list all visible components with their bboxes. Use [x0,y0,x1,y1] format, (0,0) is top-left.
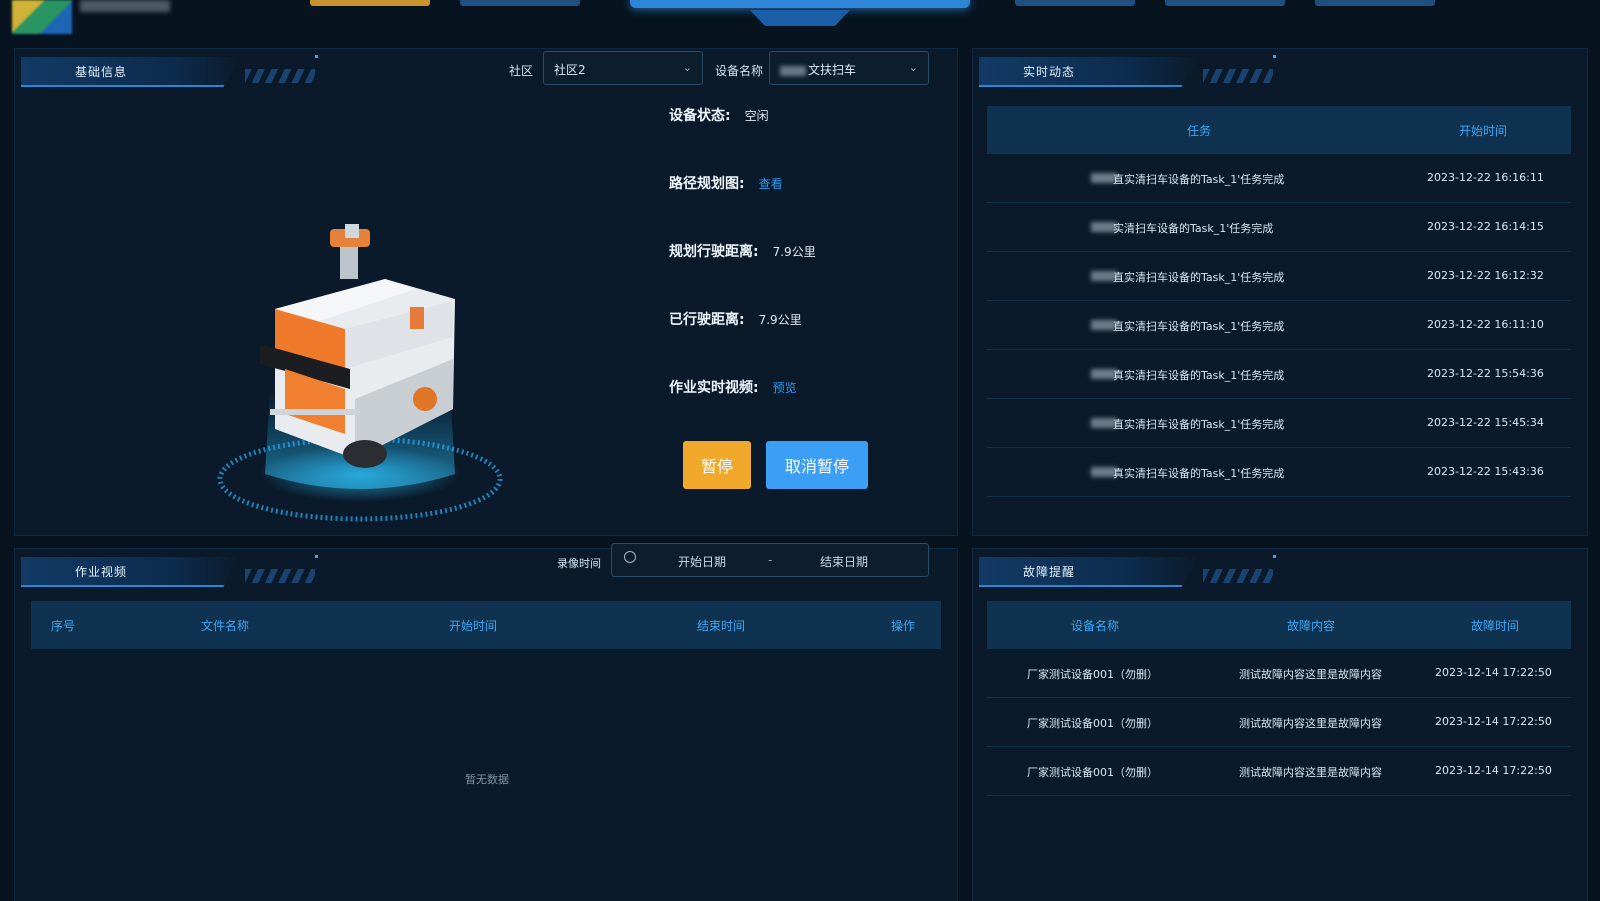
panel-header: 实时动态 [973,49,1276,87]
clock-icon [624,551,636,563]
table-row: 真实清扫车设备的Task_1'任务完成 2023-12-22 15:54:36 [987,350,1571,399]
task-cell: 直实清扫车设备的Task_1'任务完成 [1113,271,1285,284]
pause-button[interactable]: 暂停 [683,441,751,489]
top-nav [0,0,1600,40]
fault-content-cell: 测试故障内容这里是故障内容 [1239,717,1382,730]
chevron-down-icon: ⌄ [908,61,918,74]
task-cell: 实清扫车设备的Task_1'任务完成 [1113,222,1274,235]
panel-header: 基础信息 [15,49,318,87]
basic-info-panel: 基础信息 社区 社区2 ⌄ 设备名称 文扶扫车 ⌄ 设备状态: 空闲 路径规划图… [14,48,958,536]
nav-tab-3[interactable] [1015,0,1135,6]
blurred-text [780,65,806,76]
time-cell: 2023-12-22 16:12:32 [1427,269,1544,282]
traveled-distance-row: 已行驶距离: 7.9公里 [669,312,802,328]
table-row: 真实清扫车设备的Task_1'任务完成 2023-12-22 15:43:36 [987,448,1571,497]
planned-distance-value: 7.9公里 [772,245,816,259]
task-cell: 直实清扫车设备的Task_1'任务完成 [1113,320,1285,333]
table-row: 直实清扫车设备的Task_1'任务完成 2023-12-22 15:45:34 [987,399,1571,448]
fault-time-cell: 2023-12-14 17:22:50 [1435,715,1552,728]
table-row: 直实清扫车设备的Task_1'任务完成 2023-12-22 16:16:11 [987,154,1571,203]
community-label: 社区 [509,64,534,78]
task-cell: 直实清扫车设备的Task_1'任务完成 [1113,418,1285,431]
record-time-label: 录像时间 [557,557,601,570]
col-task: 任务 [1187,124,1212,138]
device-name-cell: 厂家测试设备001（勿删） [1027,668,1158,681]
task-cell: 真实清扫车设备的Task_1'任务完成 [1113,369,1285,382]
panel-header: 作业视频 [15,549,318,587]
nav-notch-decoration [750,10,850,26]
task-cell: 真实清扫车设备的Task_1'任务完成 [1113,467,1285,480]
time-cell: 2023-12-22 15:45:34 [1427,416,1544,429]
col-device-name: 设备名称 [1071,619,1120,633]
table-row: 厂家测试设备001（勿删） 测试故障内容这里是故障内容 2023-12-14 17:… [987,698,1571,747]
panel-title: 基础信息 [75,65,128,79]
status-value: 空闲 [744,109,769,123]
col-file-name: 文件名称 [201,619,250,633]
robot-image [215,219,505,539]
fault-content-cell: 测试故障内容这里是故障内容 [1239,766,1382,779]
fault-table-header: 设备名称 故障内容 故障时间 [987,601,1571,649]
community-select[interactable]: 社区2 ⌄ [543,51,703,85]
start-date-input[interactable]: 开始日期 [678,553,726,570]
fault-panel: 故障提醒 设备名称 故障内容 故障时间 厂家测试设备001（勿删） 测试故障内容这… [972,548,1588,901]
nav-tab-active[interactable] [630,0,970,8]
fault-time-cell: 2023-12-14 17:22:50 [1435,666,1552,679]
device-select[interactable]: 文扶扫车 ⌄ [769,51,929,85]
panel-title: 实时动态 [1023,65,1076,79]
time-cell: 2023-12-22 15:54:36 [1427,367,1544,380]
nav-tab-5[interactable] [1315,0,1435,6]
panel-title: 作业视频 [75,565,128,579]
planned-distance-row: 规划行驶距离: 7.9公里 [669,244,816,260]
traveled-distance-value: 7.9公里 [758,313,802,327]
logo [12,0,72,34]
cancel-pause-button[interactable]: 取消暂停 [766,441,868,489]
realtime-panel: 实时动态 任务 开始时间 直实清扫车设备的Task_1'任务完成 2023-12-… [972,48,1588,536]
device-name-cell: 厂家测试设备001（勿删） [1027,717,1158,730]
range-separator: - [768,553,773,567]
work-video-panel: 作业视频 录像时间 开始日期 - 结束日期 序号 文件名称 开始时间 结束时间 … [14,543,958,901]
col-action: 操作 [891,619,916,633]
device-label: 设备名称 [715,64,764,78]
route-row: 路径规划图: 查看 [669,176,783,192]
realtime-table-header: 任务 开始时间 [987,106,1571,154]
time-cell: 2023-12-22 15:43:36 [1427,465,1544,478]
nav-tab-1[interactable] [310,0,430,6]
end-date-input[interactable]: 结束日期 [820,553,868,570]
device-name-cell: 厂家测试设备001（勿删） [1027,766,1158,779]
empty-placeholder: 暂无数据 [465,773,509,786]
time-cell: 2023-12-22 16:16:11 [1427,171,1544,184]
task-cell: 直实清扫车设备的Task_1'任务完成 [1113,173,1285,186]
fault-content-cell: 测试故障内容这里是故障内容 [1239,668,1382,681]
table-row: 直实清扫车设备的Task_1'任务完成 2023-12-22 16:12:32 [987,252,1571,301]
logo-text-blurred [80,0,170,12]
table-row: 直实清扫车设备的Task_1'任务完成 2023-12-22 16:11:10 [987,301,1571,350]
video-table-header: 序号 文件名称 开始时间 结束时间 操作 [31,601,941,649]
time-cell: 2023-12-22 16:11:10 [1427,318,1544,331]
panel-title: 故障提醒 [1023,565,1076,579]
nav-tab-2[interactable] [460,0,580,6]
route-view-link[interactable]: 查看 [759,177,783,191]
table-row: 厂家测试设备001（勿删） 测试故障内容这里是故障内容 2023-12-14 17:… [987,649,1571,698]
fault-time-cell: 2023-12-14 17:22:50 [1435,764,1552,777]
col-end-time: 结束时间 [697,619,746,633]
col-index: 序号 [51,619,76,633]
video-row: 作业实时视频: 预览 [669,380,797,396]
time-cell: 2023-12-22 16:14:15 [1427,220,1544,233]
date-range-picker[interactable]: 开始日期 - 结束日期 [611,543,929,577]
video-preview-link[interactable]: 预览 [773,381,797,395]
table-row: 实清扫车设备的Task_1'任务完成 2023-12-22 16:14:15 [987,203,1571,252]
col-fault-time: 故障时间 [1471,619,1520,633]
chevron-down-icon: ⌄ [682,61,692,74]
table-row: 厂家测试设备001（勿删） 测试故障内容这里是故障内容 2023-12-14 17:… [987,747,1571,796]
col-start-time: 开始时间 [1459,124,1508,138]
nav-tab-4[interactable] [1165,0,1285,6]
col-fault-content: 故障内容 [1287,619,1336,633]
status-row: 设备状态: 空闲 [669,108,769,124]
panel-header: 故障提醒 [973,549,1276,587]
col-start-time: 开始时间 [449,619,498,633]
